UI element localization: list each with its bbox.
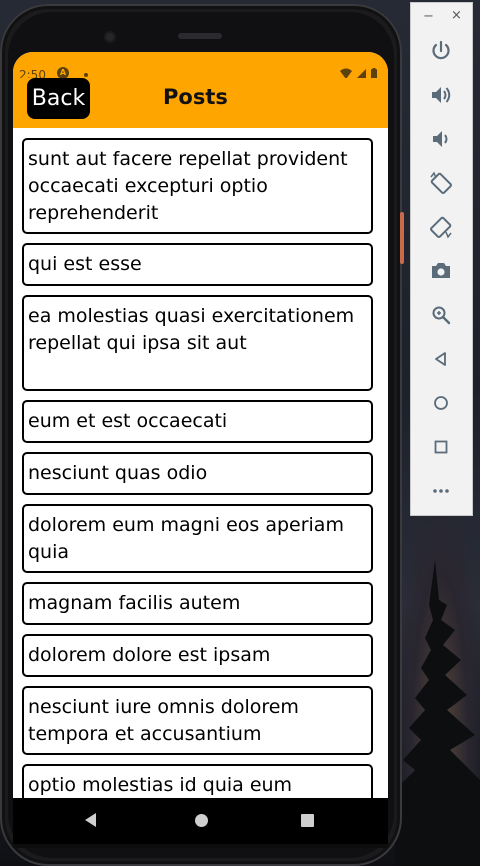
phone-side-button[interactable] xyxy=(400,212,404,264)
app-header: Back Posts xyxy=(13,78,388,128)
rotate-left-icon[interactable] xyxy=(427,169,455,197)
post-item[interactable]: eum et est occaecati xyxy=(22,400,373,443)
phone-chin xyxy=(13,844,388,848)
close-button[interactable]: × xyxy=(451,8,462,23)
post-item[interactable]: optio molestias id quia eum xyxy=(22,764,373,798)
back-triangle-icon[interactable] xyxy=(427,345,455,373)
earpiece xyxy=(178,33,222,39)
post-item[interactable]: nesciunt quas odio xyxy=(22,452,373,495)
zoom-icon[interactable] xyxy=(427,301,455,329)
phone-screen: 2:50 A Back Posts sunt aut facere repell… xyxy=(13,52,388,844)
volume-up-icon[interactable] xyxy=(427,81,455,109)
volume-down-icon[interactable] xyxy=(427,125,455,153)
back-button[interactable]: Back xyxy=(27,78,90,119)
post-item[interactable]: sunt aut facere repellat provident occae… xyxy=(22,138,373,234)
post-list[interactable]: sunt aut facere repellat provident occae… xyxy=(13,128,388,798)
more-icon[interactable] xyxy=(427,477,455,505)
nav-home-icon[interactable] xyxy=(195,814,208,827)
post-item[interactable]: qui est esse xyxy=(22,243,373,286)
nav-back-icon[interactable] xyxy=(85,813,96,827)
post-item[interactable]: ea molestias quasi exercitationem repell… xyxy=(22,295,373,391)
nav-recents-icon[interactable] xyxy=(301,814,314,827)
front-camera xyxy=(104,31,116,43)
status-bar: 2:50 A xyxy=(13,52,388,82)
rotate-right-icon[interactable] xyxy=(427,213,455,241)
post-item[interactable]: nesciunt iure omnis dolorem tempora et a… xyxy=(22,686,373,755)
tree-silhouette xyxy=(395,560,480,866)
android-nav-bar xyxy=(13,798,388,844)
desktop-background: 2:50 A Back Posts sunt aut facere repell… xyxy=(0,0,480,866)
page-title: Posts xyxy=(163,85,228,109)
camera-icon[interactable] xyxy=(427,257,455,285)
home-circle-icon[interactable] xyxy=(427,389,455,417)
post-item[interactable]: dolorem eum magni eos aperiam quia xyxy=(22,504,373,573)
post-item[interactable]: dolorem dolore est ipsam xyxy=(22,634,373,677)
notification-dot-icon xyxy=(84,73,88,77)
emulator-toolbar: − × xyxy=(410,2,473,516)
post-item[interactable]: magnam facilis autem xyxy=(22,582,373,625)
minimize-button[interactable]: − xyxy=(423,9,434,24)
emulator-titlebar: − × xyxy=(411,3,472,31)
power-icon[interactable] xyxy=(427,37,455,65)
overview-square-icon[interactable] xyxy=(427,433,455,461)
